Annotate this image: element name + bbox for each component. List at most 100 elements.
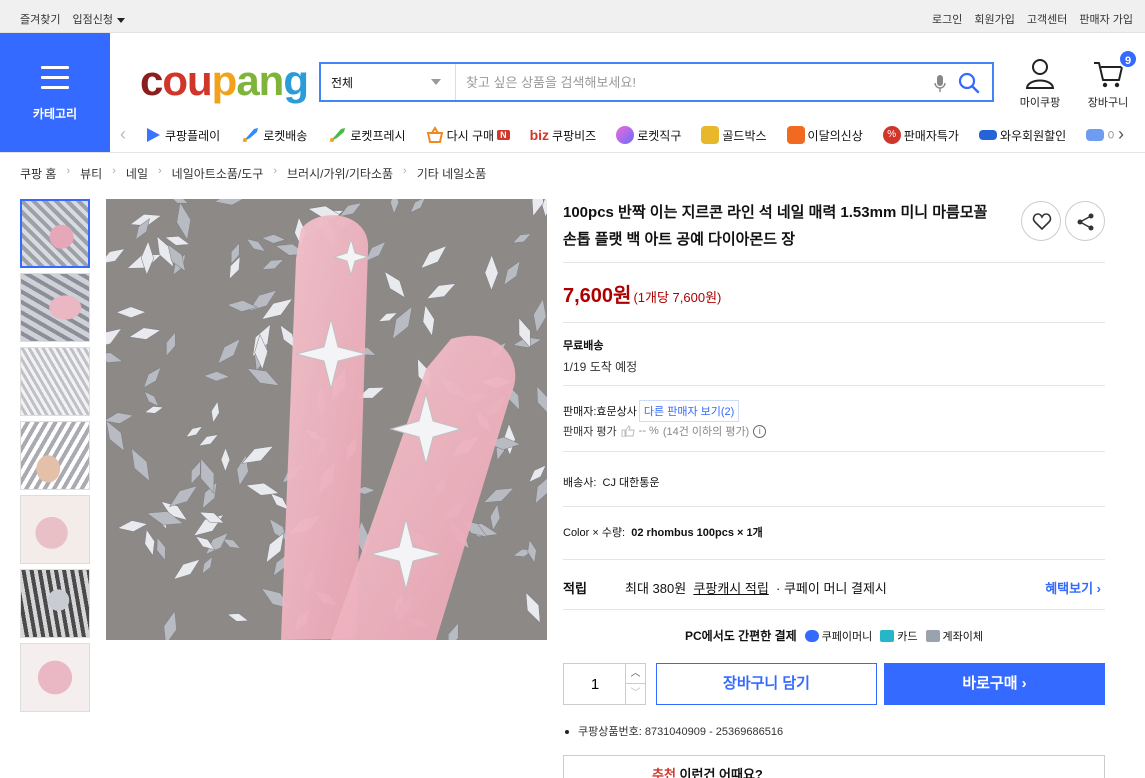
breadcrumb-item[interactable]: 뷰티 bbox=[80, 165, 102, 182]
nav-item-newarrivals[interactable]: 이달의신상 bbox=[786, 126, 863, 144]
shopping-bag-icon bbox=[786, 126, 805, 144]
service-nav: ‹ 쿠팡플레이 로켓배송 로켓프레시 다시 구매 N biz 쿠팡비즈 로켓직구 골… bbox=[110, 120, 1145, 152]
quantity-stepper: ︿ ﹀ bbox=[563, 663, 646, 705]
breadcrumb-item[interactable]: 네일아트소품/도구 bbox=[172, 165, 264, 182]
cart-header-button[interactable]: 장바구니 9 bbox=[1078, 49, 1138, 110]
coupang-cash-link[interactable]: 쿠팡캐시 적립 bbox=[693, 581, 768, 596]
seller-signup-link[interactable]: 판매자 가입 bbox=[1079, 11, 1133, 27]
bank-icon bbox=[925, 629, 940, 642]
benefits-button[interactable]: 혜택보기 › bbox=[1045, 578, 1101, 597]
product-info-panel: 100pcs 반짝 이는 지르콘 라인 석 네일 매력 1.53mm 미니 마름… bbox=[563, 199, 1105, 778]
nav-item-wowdiscount[interactable]: 와우회원할인 bbox=[978, 126, 1066, 144]
breadcrumb: 쿠팡 홈 › 뷰티 › 네일 › 네일아트소품/도구 › 브러시/가위/기타소품 › 기타… bbox=[20, 165, 486, 182]
nav-item-sellerdeal[interactable]: % 판매자특가 bbox=[882, 126, 959, 144]
apply-dropdown[interactable]: 입점신청 bbox=[72, 11, 124, 27]
chevron-down-icon[interactable]: ﹀ bbox=[625, 684, 645, 704]
buy-now-button[interactable]: 바로구매 › bbox=[884, 663, 1105, 705]
chevron-right-icon: › bbox=[66, 165, 71, 177]
chevron-left-icon[interactable]: ‹ bbox=[120, 125, 134, 143]
option-label: Color × 수량: bbox=[563, 527, 626, 539]
add-to-cart-button[interactable]: 장바구니 담기 bbox=[656, 663, 877, 705]
thumbnail-image[interactable] bbox=[20, 495, 90, 564]
nav-item-goldbox[interactable]: 골드박스 bbox=[701, 126, 767, 144]
nav-item-rocketjikgu[interactable]: 로켓직구 bbox=[616, 126, 681, 144]
breadcrumb-item[interactable]: 네일 bbox=[126, 165, 148, 182]
seller-rating-value: -- % bbox=[638, 425, 659, 437]
main-product-image[interactable] bbox=[106, 199, 547, 640]
thumbnail-image[interactable] bbox=[20, 421, 90, 490]
nav-item-more[interactable]: 이 bbox=[1086, 126, 1114, 144]
cart-count-badge: 9 bbox=[1118, 49, 1138, 69]
thumbnail-image[interactable] bbox=[20, 199, 90, 268]
category-label: 카테고리 bbox=[32, 107, 78, 121]
payment-title: PC에서도 간편한 결제 bbox=[684, 629, 797, 643]
breadcrumb-item[interactable]: 쿠팡 홈 bbox=[20, 165, 56, 182]
coupay-icon bbox=[804, 629, 819, 642]
payment-method-card: 카드 bbox=[880, 628, 918, 644]
shipper-row: 배송사: CJ 대한통운 bbox=[563, 474, 660, 490]
other-sellers-button[interactable]: 다른 판매자 보기(2) bbox=[638, 400, 740, 422]
payment-method-coupaymoney: 쿠페이머니 bbox=[804, 628, 872, 644]
chevron-down-icon bbox=[431, 79, 441, 85]
nav-item-coupangplay[interactable]: 쿠팡플레이 bbox=[144, 126, 220, 144]
share-button[interactable] bbox=[1065, 201, 1105, 241]
payment-method-transfer: 계좌이체 bbox=[925, 628, 983, 644]
mycoupang-button[interactable]: 마이쿠팡 bbox=[1010, 58, 1070, 110]
biz-logo: biz bbox=[529, 127, 550, 143]
divider bbox=[563, 385, 1105, 386]
option-row[interactable]: Color × 수량: 02 rhombus 100pcs × 1개 bbox=[563, 524, 763, 540]
reward-row: 적립 최대 380원 쿠팡캐시 적립 · 쿠페이 머니 결제시 혜택보기 › bbox=[563, 578, 1105, 598]
nav-item-biz[interactable]: biz 쿠팡비즈 bbox=[530, 126, 597, 144]
nav-item-rocketfresh[interactable]: 로켓프레시 bbox=[327, 126, 406, 144]
divider bbox=[563, 322, 1105, 323]
card-icon bbox=[880, 629, 895, 642]
breadcrumb-item[interactable]: 브러시/가위/기타소품 bbox=[287, 165, 393, 182]
info-icon[interactable]: i bbox=[753, 424, 767, 438]
login-link[interactable]: 로그인 bbox=[932, 11, 962, 27]
play-icon bbox=[147, 128, 160, 142]
chevron-right-icon: › bbox=[112, 165, 116, 177]
reco-text: 이런건 어때요? bbox=[679, 767, 763, 778]
thumbnail-image[interactable] bbox=[20, 643, 90, 712]
divider bbox=[563, 451, 1105, 452]
cart-label: 장바구니 bbox=[1087, 97, 1129, 109]
category-button[interactable]: 카테고리 bbox=[0, 33, 110, 152]
wishlist-button[interactable] bbox=[1021, 201, 1061, 241]
search-category-select[interactable]: 전체 bbox=[321, 64, 456, 100]
hamburger-icon bbox=[41, 66, 69, 89]
search-category-value: 전체 bbox=[331, 76, 354, 90]
rocket-fresh-icon bbox=[329, 128, 346, 142]
thumbnail-image[interactable] bbox=[20, 347, 90, 416]
breadcrumb-item[interactable]: 기타 네일소품 bbox=[417, 165, 487, 182]
nav-item-rebuy[interactable]: 다시 구매 N bbox=[426, 126, 510, 144]
coupang-logo[interactable]: coupang bbox=[140, 58, 309, 104]
wow-icon bbox=[978, 130, 997, 140]
search-input[interactable] bbox=[456, 64, 992, 100]
chevron-up-icon[interactable]: ︿ bbox=[625, 664, 645, 684]
seller-rating-note: (14건 이하의 평가) bbox=[662, 426, 750, 438]
signup-link[interactable]: 회원가입 bbox=[974, 11, 1014, 27]
arrival-date: 1/19 도착 예정 bbox=[563, 360, 638, 374]
reward-note: · 쿠페이 머니 결제시 bbox=[776, 581, 887, 596]
thumbnail-image[interactable] bbox=[20, 569, 90, 638]
shipper-name: CJ 대한통운 bbox=[602, 477, 660, 489]
quantity-input[interactable] bbox=[564, 664, 626, 704]
chevron-right-icon[interactable]: › bbox=[1118, 125, 1132, 143]
reward-detail: 최대 380원 쿠팡캐시 적립 · 쿠페이 머니 결제시 bbox=[625, 578, 887, 597]
seller-rating-label: 판매자 평가 bbox=[563, 426, 617, 438]
chevron-right-icon: › bbox=[158, 165, 162, 177]
payment-methods-bar: PC에서도 간편한 결제 쿠페이머니 카드 계좌이체 bbox=[563, 627, 1105, 644]
reco-prefix: 추천 bbox=[652, 767, 676, 778]
nav-item-rocket[interactable]: 로켓배송 bbox=[240, 126, 307, 144]
seller-row: 판매자: 효문상사 다른 판매자 보기(2) bbox=[563, 400, 740, 422]
search-icon[interactable] bbox=[958, 72, 980, 94]
shipper-label: 배송사: bbox=[563, 477, 597, 489]
favorites-link[interactable]: 즐겨찾기 bbox=[20, 11, 60, 27]
customer-center-link[interactable]: 고객센터 bbox=[1027, 11, 1067, 27]
thumbnail-image[interactable] bbox=[20, 273, 90, 342]
coupon-icon bbox=[1086, 129, 1105, 141]
global-icon bbox=[616, 126, 635, 144]
free-shipping-label: 무료배송 bbox=[563, 340, 604, 352]
thumbs-up-icon bbox=[621, 425, 635, 437]
microphone-icon[interactable] bbox=[932, 74, 948, 94]
